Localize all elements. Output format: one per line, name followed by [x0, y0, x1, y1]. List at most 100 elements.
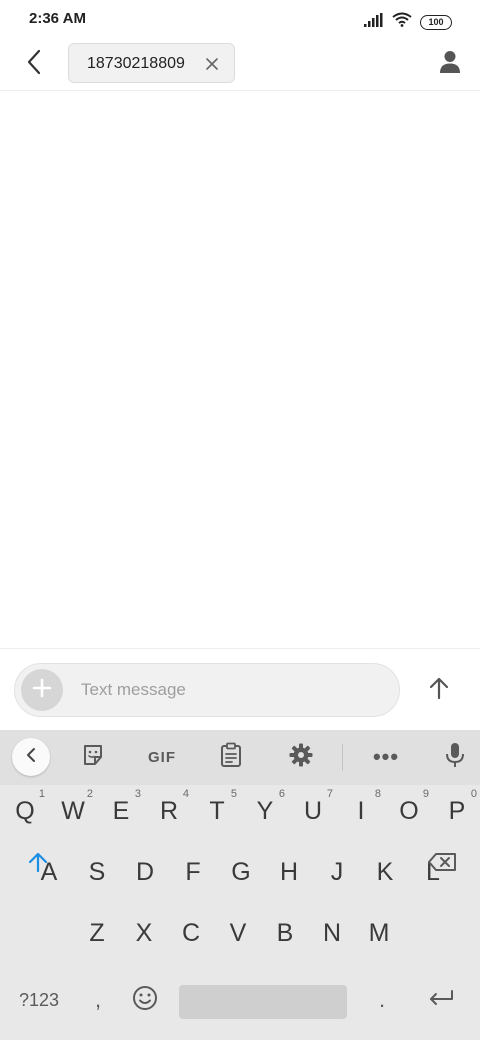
conversation-header: 18730218809 [0, 38, 480, 91]
status-bar: 2:36 AM 100 [0, 0, 480, 38]
plus-icon [32, 678, 52, 703]
recipient-number: 18730218809 [87, 55, 185, 72]
battery-icon: 100 [420, 14, 452, 30]
smiley-icon [132, 985, 158, 1016]
clipboard-button[interactable] [216, 742, 246, 772]
symbols-key-label: ?123 [18, 989, 60, 1010]
messages-app: 2:36 AM 100 18730218809 Text message GIF… [0, 0, 480, 1040]
shift-key[interactable] [14, 838, 62, 890]
enter-arrow-icon [427, 988, 455, 1013]
key-c[interactable]: C [168, 907, 214, 959]
symbols-key[interactable]: ?123 [8, 975, 70, 1025]
key-label: U [303, 796, 323, 825]
gear-icon [289, 743, 313, 772]
backspace-icon [427, 852, 457, 877]
key-label: K [376, 857, 394, 886]
key-k[interactable]: K [362, 846, 408, 898]
key-r[interactable]: R4 [146, 785, 192, 837]
contact-button[interactable] [434, 48, 466, 80]
send-button[interactable] [418, 669, 460, 711]
backspace-key[interactable] [416, 838, 468, 890]
comma-key[interactable]: , [78, 975, 118, 1025]
key-label: D [135, 857, 155, 886]
key-label: I [357, 796, 365, 825]
on-screen-keyboard: G I F ••• Q 1 W 2 E 3 R 4 T 5 Y 6 U 7 I 8 … [0, 730, 480, 1040]
key-label: T [209, 796, 225, 825]
key-label: O [399, 796, 419, 825]
key-label: N [322, 918, 342, 947]
key-b[interactable]: B [262, 907, 308, 959]
microphone-icon [445, 742, 465, 773]
chevron-left-icon [26, 747, 36, 768]
key-f[interactable]: F [170, 846, 216, 898]
key-label: Q [15, 796, 35, 825]
key-number-hint: 8 [374, 788, 381, 800]
battery-level: 100 [428, 16, 444, 27]
remove-recipient-icon[interactable] [204, 56, 220, 72]
key-d[interactable]: D [122, 846, 168, 898]
key-number-hint: 9 [422, 788, 429, 800]
comma-key-label: , [94, 987, 102, 1012]
signal-icon [364, 12, 384, 32]
back-button[interactable] [18, 48, 50, 80]
key-p[interactable]: P0 [434, 785, 480, 837]
key-w[interactable]: W2 [50, 785, 96, 837]
message-placeholder: Text message [81, 680, 186, 699]
key-label: H [279, 857, 299, 886]
key-q[interactable]: Q1 [2, 785, 48, 837]
key-number-hint: 1 [38, 788, 45, 800]
sticker-icon [81, 743, 105, 772]
compose-bar: Text message [0, 648, 480, 730]
period-key-label: . [378, 987, 386, 1012]
key-label: Y [256, 796, 274, 825]
back-arrow-icon [26, 49, 42, 80]
recipient-chip[interactable]: 18730218809 [68, 43, 235, 83]
key-x[interactable]: X [121, 907, 167, 959]
key-label: M [368, 918, 390, 947]
key-o[interactable]: O9 [386, 785, 432, 837]
key-z[interactable]: Z [74, 907, 120, 959]
shift-arrow-icon [27, 851, 49, 878]
gif-button[interactable]: GIF [140, 742, 184, 772]
key-y[interactable]: Y6 [242, 785, 288, 837]
key-number-hint: 3 [134, 788, 141, 800]
key-label: S [88, 857, 106, 886]
add-attachment-button[interactable] [21, 669, 63, 711]
message-input[interactable]: Text message [14, 663, 400, 717]
keyboard-collapse-button[interactable] [12, 738, 50, 776]
key-j[interactable]: J [314, 846, 360, 898]
key-label: P [448, 796, 466, 825]
key-label: C [181, 918, 201, 947]
status-time: 2:36 AM [29, 10, 86, 27]
gif-label: GIF [148, 748, 176, 766]
key-e[interactable]: E3 [98, 785, 144, 837]
enter-key[interactable] [414, 975, 468, 1025]
toolbar-divider [342, 744, 343, 771]
key-label: W [61, 796, 85, 825]
key-g[interactable]: G [218, 846, 264, 898]
key-number-hint: 4 [182, 788, 189, 800]
key-m[interactable]: M [356, 907, 402, 959]
period-key[interactable]: . [362, 975, 402, 1025]
sticker-button[interactable] [78, 742, 108, 772]
key-t[interactable]: T5 [194, 785, 240, 837]
keyboard-settings-button[interactable] [286, 742, 316, 772]
conversation-area[interactable] [0, 91, 480, 648]
key-n[interactable]: N [309, 907, 355, 959]
emoji-key[interactable] [124, 975, 166, 1025]
voice-input-button[interactable] [440, 742, 470, 772]
key-i[interactable]: I8 [338, 785, 384, 837]
key-h[interactable]: H [266, 846, 312, 898]
key-label: F [185, 857, 201, 886]
space-bar[interactable] [179, 985, 347, 1019]
key-v[interactable]: V [215, 907, 261, 959]
wifi-icon [392, 12, 412, 32]
key-label: V [229, 918, 247, 947]
clipboard-icon [220, 742, 242, 773]
more-options-button[interactable]: ••• [368, 742, 404, 772]
key-u[interactable]: U7 [290, 785, 336, 837]
key-number-hint: 7 [326, 788, 333, 800]
key-s[interactable]: S [74, 846, 120, 898]
key-label: R [159, 796, 179, 825]
keyboard-toolbar: GIF ••• [0, 730, 480, 785]
